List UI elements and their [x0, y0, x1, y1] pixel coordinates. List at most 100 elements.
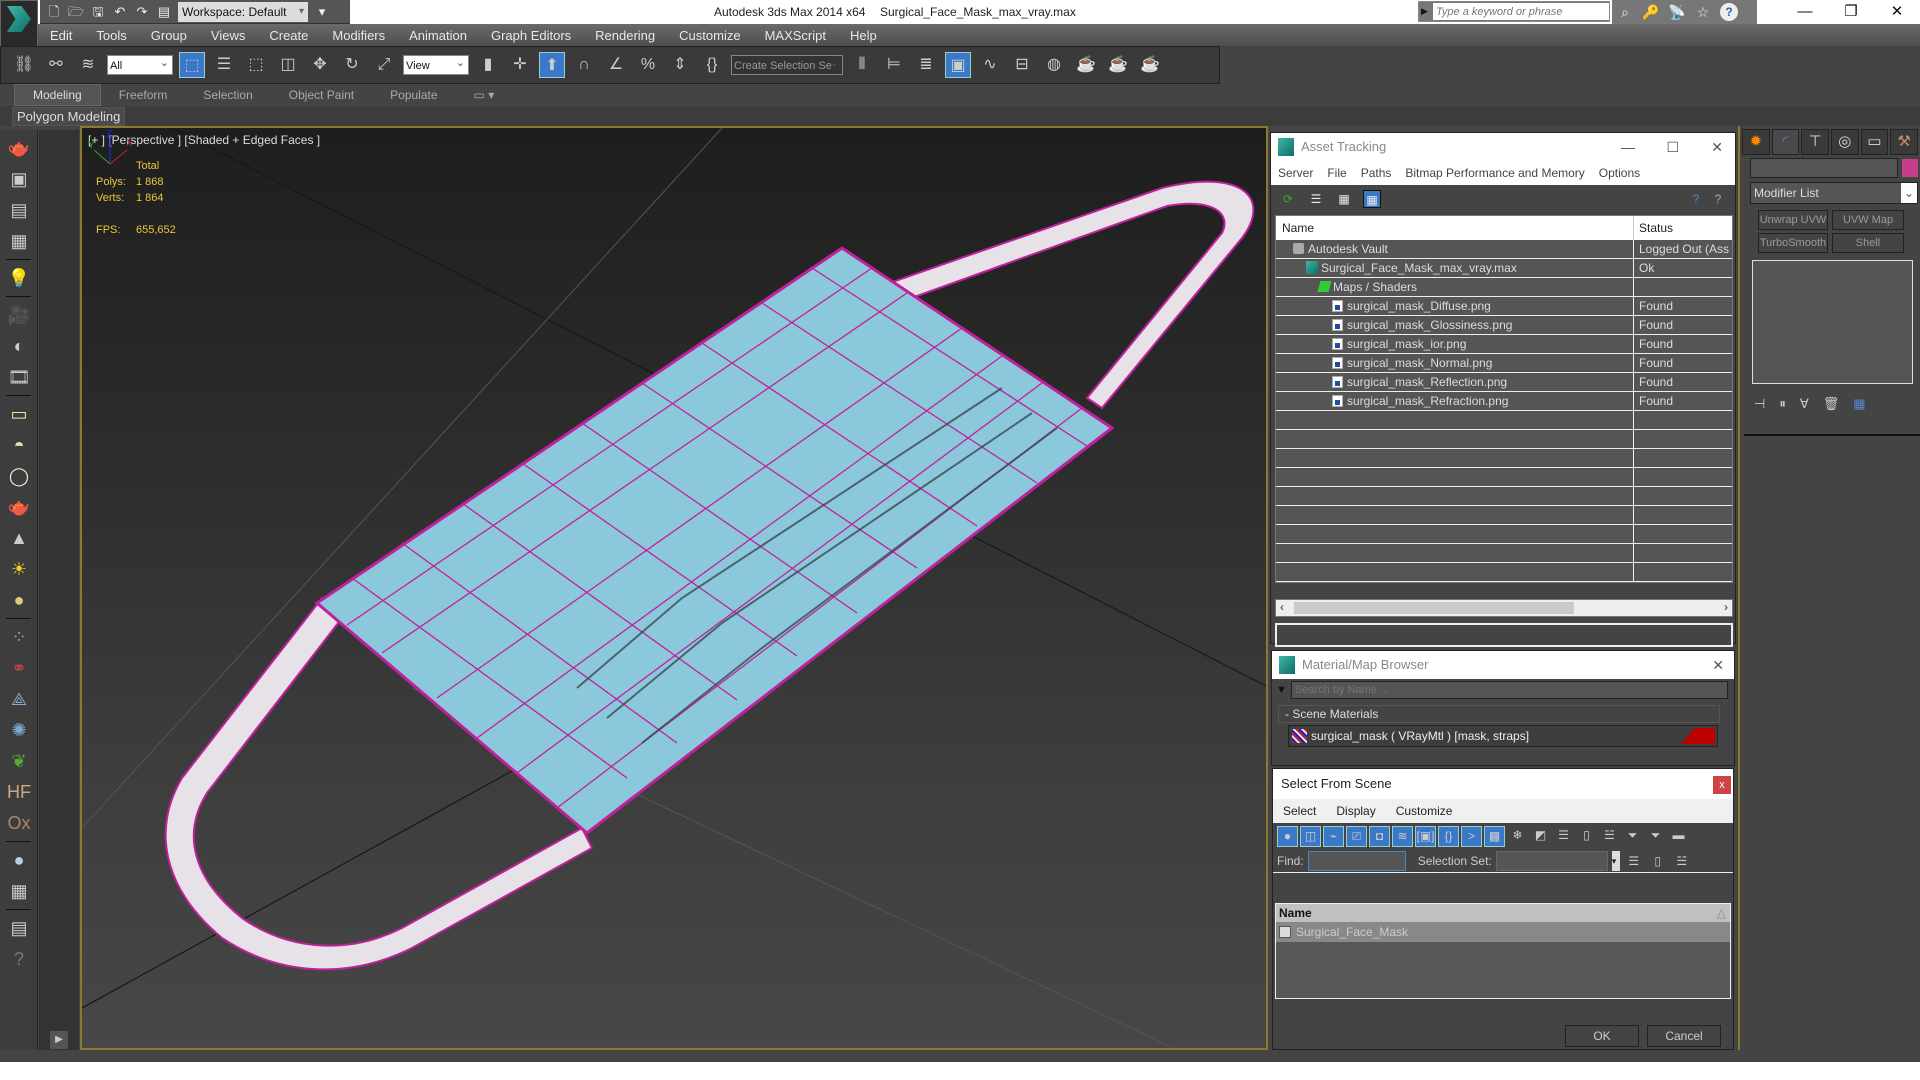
scroll-right-icon[interactable]: › [1724, 600, 1728, 614]
select-by-name-icon[interactable]: ☰ [211, 52, 237, 78]
help-icon[interactable]: ? [1709, 190, 1727, 208]
tab-freeform[interactable]: Freeform [101, 85, 186, 105]
named-selection-dropdown[interactable]: Create Selection Se [731, 53, 843, 75]
selection-filter-dropdown[interactable]: All [107, 53, 173, 75]
schematic-view-icon[interactable]: ⊟ [1009, 52, 1035, 78]
display-bones-icon[interactable]: > [1461, 825, 1482, 847]
ies-light-icon[interactable]: ▲ [4, 525, 34, 551]
hierarchy-tab-icon[interactable]: ⊤ [1801, 129, 1830, 155]
perspective-viewport[interactable]: [+ ] [Perspective ] [Shaded + Edged Face… [80, 126, 1268, 1050]
mirror-icon[interactable]: ⫴ [849, 52, 875, 78]
table-row[interactable]: surgical_mask_Glossiness.png Found [1276, 316, 1732, 335]
infocenter-search[interactable]: ▶ [1418, 1, 1610, 22]
project-folder-icon[interactable]: ▤ [156, 4, 172, 20]
table-row[interactable]: Autodesk Vault Logged Out (Ass [1276, 240, 1732, 259]
undo-icon[interactable]: ↶ [112, 4, 128, 20]
tree-view-icon[interactable]: ▦ [1335, 190, 1353, 208]
display-groups-icon[interactable]: [▣] [1415, 825, 1436, 847]
stereo-camera-icon[interactable]: 🎞 [4, 364, 34, 390]
window-crossing-icon[interactable]: ◫ [275, 52, 301, 78]
spinner-snap-icon[interactable]: ⇕ [667, 52, 693, 78]
display-geometry-icon[interactable]: ● [1277, 825, 1298, 847]
display-shapes-icon[interactable]: ◫ [1300, 825, 1321, 847]
save-icon[interactable]: 🖫 [90, 4, 106, 20]
star-icon[interactable]: ☆ [1694, 4, 1712, 21]
filter-options-icon[interactable]: ⏷ [1645, 826, 1666, 847]
utilities-tab-icon[interactable]: ⚒ [1890, 129, 1919, 155]
unwrap-uvw-button[interactable]: Unwrap UVW [1758, 210, 1828, 230]
sun-icon[interactable]: ☀ [4, 556, 34, 582]
modifier-list-dropdown[interactable]: Modifier List ⌄ [1750, 182, 1918, 204]
refresh-icon[interactable]: ⟳ [1279, 190, 1297, 208]
edit-named-selection-icon[interactable]: {} [699, 52, 725, 78]
select-all-icon[interactable]: ☰ [1553, 826, 1574, 847]
pivot-center-icon[interactable]: ▮ [475, 52, 501, 78]
ambient-light-icon[interactable]: ● [4, 587, 34, 613]
list-view-icon[interactable]: ☰ [1307, 190, 1325, 208]
asset-tracking-titlebar[interactable]: Asset Tracking — ☐ ✕ [1271, 133, 1735, 161]
table-row[interactable]: surgical_mask_ior.png Found [1276, 335, 1732, 354]
scene-explorer-icon[interactable]: ▣ [945, 52, 971, 78]
selection-set-remove-icon[interactable]: ▯ [1648, 851, 1668, 871]
key-icon[interactable]: 🔑 [1642, 4, 1660, 21]
display-frozen-icon[interactable]: ❄ [1507, 826, 1528, 847]
menu-modifiers[interactable]: Modifiers [320, 28, 397, 43]
maximize-button[interactable]: ☐ [1666, 133, 1679, 161]
dome-light-icon[interactable]: ◓ [4, 432, 34, 458]
scroll-thumb[interactable] [1294, 602, 1574, 614]
metaball-icon[interactable]: ⚭ [4, 655, 34, 681]
table-view-icon[interactable]: ▦ [1363, 190, 1381, 208]
display-tab-icon[interactable]: ▭ [1860, 129, 1889, 155]
display-xrefs-icon[interactable]: {} [1438, 825, 1459, 847]
redo-icon[interactable]: ↷ [134, 4, 150, 20]
pin-stack-icon[interactable]: ⊣ [1754, 396, 1765, 412]
binoculars-icon[interactable]: ⌕ [1616, 4, 1634, 21]
menu-maxscript[interactable]: MAXScript [753, 28, 838, 43]
menu-bitmap-performance[interactable]: Bitmap Performance and Memory [1398, 166, 1591, 180]
selection-set-add-icon[interactable]: ☰ [1624, 851, 1644, 871]
menu-customize[interactable]: Customize [667, 28, 752, 43]
show-end-result-icon[interactable]: ⏸ [1779, 396, 1786, 412]
select-none-icon[interactable]: ▯ [1576, 826, 1597, 847]
uvw-map-button[interactable]: UVW Map [1832, 210, 1904, 230]
workspace-dropdown[interactable]: Workspace: Default [178, 1, 308, 22]
material-sphere-icon[interactable]: ● [4, 847, 34, 873]
log-icon[interactable]: ▤ [4, 915, 34, 941]
render-frame-icon[interactable]: ▣ [4, 166, 34, 192]
menu-display[interactable]: Display [1326, 804, 1385, 818]
menu-animation[interactable]: Animation [397, 28, 479, 43]
modify-tab-icon[interactable]: ◜ [1771, 129, 1800, 155]
select-manipulate-icon[interactable]: ✛ [507, 52, 533, 78]
menu-paths[interactable]: Paths [1354, 166, 1399, 180]
light-lister-icon[interactable]: 💡 [4, 265, 34, 291]
menu-create[interactable]: Create [257, 28, 320, 43]
display-containers-icon[interactable]: ▩ [1484, 825, 1505, 847]
table-row[interactable]: Maps / Shaders [1276, 278, 1732, 297]
plane-object-icon[interactable]: ⟁ [4, 686, 34, 712]
menu-help[interactable]: Help [838, 28, 889, 43]
keyword-search-input[interactable] [1433, 3, 1609, 20]
link-icon[interactable]: ⛓ [11, 52, 37, 78]
object-name-field[interactable] [1750, 158, 1898, 178]
menu-group[interactable]: Group [139, 28, 199, 43]
help-online-icon[interactable]: ? [1687, 190, 1705, 208]
remove-modifier-icon[interactable]: 🗑 [1823, 396, 1840, 412]
select-object-icon[interactable]: ⬚ [179, 52, 205, 78]
material-item[interactable]: surgical_mask ( VRayMtl ) [mask, straps] [1288, 725, 1718, 747]
minimize-button[interactable]: — [1782, 0, 1828, 24]
close-button[interactable]: x [1713, 776, 1731, 794]
layer-explorer-icon[interactable]: ≣ [913, 52, 939, 78]
motion-tab-icon[interactable]: ◎ [1831, 129, 1859, 155]
dropdown-arrow-icon[interactable]: ▾ [1611, 850, 1620, 871]
keyboard-shortcut-toggle-icon[interactable]: ⬆ [539, 52, 565, 78]
column-chooser-icon[interactable]: ▬ [1668, 826, 1689, 847]
menu-server[interactable]: Server [1271, 166, 1320, 180]
unlink-icon[interactable]: ⚯ [43, 52, 69, 78]
snaps-toggle-icon[interactable]: ∩ [571, 52, 597, 78]
render-setup-icon[interactable]: ☕ [1073, 52, 1099, 78]
proxy-icon[interactable]: ⁘ [4, 624, 34, 650]
bind-spacewarp-icon[interactable]: ≋ [75, 52, 101, 78]
plane-light-icon[interactable]: ▭ [4, 401, 34, 427]
material-library-icon[interactable]: ▦ [4, 878, 34, 904]
select-invert-icon[interactable]: ☱ [1599, 826, 1620, 847]
